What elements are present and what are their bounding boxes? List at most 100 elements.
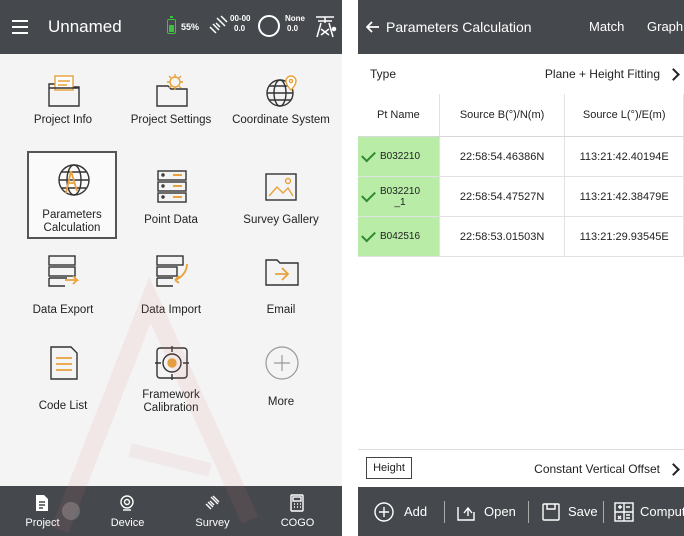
nav-device[interactable]: Device [85, 486, 170, 536]
list-doc-icon [50, 346, 78, 380]
compute-button[interactable]: Compute [614, 487, 684, 536]
tile-data-export[interactable]: Data Export [10, 242, 116, 338]
tile-label: Project Info [33, 114, 93, 126]
tile-project-info[interactable]: Project Info [10, 62, 116, 158]
table-row[interactable]: B032210 _1 22:58:54.47527N 113:21:42.384… [358, 176, 684, 217]
nav-label: Project [25, 517, 60, 529]
tile-parameters-calculation[interactable]: Parameters Calculation [27, 151, 117, 239]
tile-label: Code List [38, 400, 88, 412]
open-label: Open [484, 504, 516, 519]
tile-project-settings[interactable]: Project Settings [118, 62, 224, 158]
tile-code-list[interactable]: Code List [10, 334, 116, 430]
folder-doc-icon [48, 75, 80, 107]
tile-label: Point Data [144, 214, 198, 226]
tile-point-data[interactable]: Point Data [118, 158, 224, 254]
survey-icon [205, 495, 220, 510]
point-name-cell: B032210 [358, 136, 440, 177]
save-label: Save [568, 504, 598, 519]
point-name: B032210 _1 [380, 185, 421, 208]
nav-cogo[interactable]: COGO [255, 486, 340, 536]
chevron-right-icon [667, 463, 680, 476]
column-header: Pt Name [358, 94, 440, 137]
plus-circle-icon [374, 502, 394, 522]
source-b-cell: 22:58:53.01503N [439, 216, 566, 257]
nav-label: Device [110, 517, 145, 529]
menu-icon[interactable] [12, 20, 28, 34]
points-table: Pt Name Source B(°)/N(m) Source L(°)/E(m… [358, 94, 684, 257]
separator [603, 501, 604, 523]
table-row[interactable]: B042516 22:58:53.01503N 113:21:29.93545E [358, 216, 684, 257]
tile-label: Parameters Calculation [42, 209, 102, 234]
point-name: B032210 [380, 151, 421, 163]
save-icon [542, 503, 560, 521]
match-button[interactable]: Match [589, 19, 624, 34]
tile-email[interactable]: Email [228, 242, 334, 338]
nav-label: COGO [280, 517, 315, 529]
point-name-cell: B032210 _1 [358, 176, 440, 217]
top-bar: Parameters Calculation Match Graph [358, 0, 684, 54]
back-arrow-icon[interactable] [366, 21, 380, 33]
type-value: Plane + Height Fitting [544, 67, 660, 81]
mail-folder-icon [265, 259, 299, 286]
add-button[interactable]: Add [374, 487, 444, 536]
nav-survey[interactable]: Survey [170, 486, 255, 536]
antenna-icon[interactable] [313, 13, 337, 39]
point-name: B042516 [380, 231, 421, 243]
solution-status-icon[interactable] [258, 15, 280, 37]
globe-compass-icon [58, 164, 90, 196]
tile-data-import[interactable]: Data Import [118, 242, 224, 338]
save-button[interactable]: Save [541, 487, 601, 536]
tile-survey-gallery[interactable]: Survey Gallery [228, 158, 334, 254]
open-folder-icon [457, 506, 475, 521]
tile-label: More [267, 396, 295, 408]
project-icon [36, 495, 48, 511]
type-label: Type [370, 67, 397, 81]
graph-button[interactable]: Graph [647, 19, 683, 34]
export-icon [48, 255, 80, 287]
separator [444, 501, 445, 523]
device-icon [120, 495, 134, 511]
column-header: Source B(°)/N(m) [439, 94, 566, 137]
height-row[interactable]: Height Constant Vertical Offset [358, 449, 684, 488]
tile-more[interactable]: More [228, 334, 334, 430]
tile-framework-calibration[interactable]: Framework Calibration [118, 334, 224, 430]
image-icon [265, 173, 297, 201]
tile-label: Project Settings [130, 114, 212, 126]
tile-label: Email [266, 304, 296, 316]
satellite-icon[interactable] [206, 13, 230, 37]
nav-label: Survey [195, 517, 230, 529]
tile-label: Framework Calibration [142, 389, 200, 414]
calculator-icon [614, 502, 634, 522]
checkmark-icon[interactable] [361, 187, 376, 202]
height-label: Height [366, 457, 412, 479]
height-value: Constant Vertical Offset [534, 462, 660, 476]
import-icon [156, 255, 188, 287]
solution-precision: 0.0 [287, 24, 299, 33]
checkmark-icon[interactable] [361, 147, 376, 163]
nav-project[interactable]: Project [0, 486, 85, 536]
tile-coordinate-system[interactable]: Coordinate System [228, 62, 334, 158]
chevron-right-icon [667, 68, 680, 81]
tile-label: Data Import [140, 304, 202, 316]
source-l-cell: 113:21:42.38479E [564, 176, 684, 217]
type-row[interactable]: Type Plane + Height Fitting [358, 54, 684, 95]
target-icon [155, 346, 189, 380]
server-icon [157, 170, 187, 203]
table-header: Pt Name Source B(°)/N(m) Source L(°)/E(m… [358, 94, 684, 137]
page-title: Parameters Calculation [386, 19, 532, 35]
checkmark-icon[interactable] [361, 227, 376, 243]
add-label: Add [404, 504, 428, 519]
satellite-count: 00-00 [230, 14, 251, 23]
table-row[interactable]: B032210 22:58:54.46386N 113:21:42.40194E [358, 136, 684, 177]
source-l-cell: 113:21:42.40194E [564, 136, 684, 177]
battery-icon [167, 16, 176, 34]
calculator-icon [290, 494, 304, 512]
bottom-navigation: Project Device Survey COGO [0, 486, 342, 536]
source-b-cell: 22:58:54.46386N [439, 136, 566, 177]
open-button[interactable]: Open [456, 487, 526, 536]
tile-label: Survey Gallery [243, 214, 319, 226]
tile-label: Coordinate System [232, 114, 330, 126]
battery-level: 55% [181, 22, 200, 32]
left-screen: Unnamed 55% 00-00 0.0 None 0.0 Project I… [0, 0, 342, 536]
tile-label: Data Export [32, 304, 94, 316]
